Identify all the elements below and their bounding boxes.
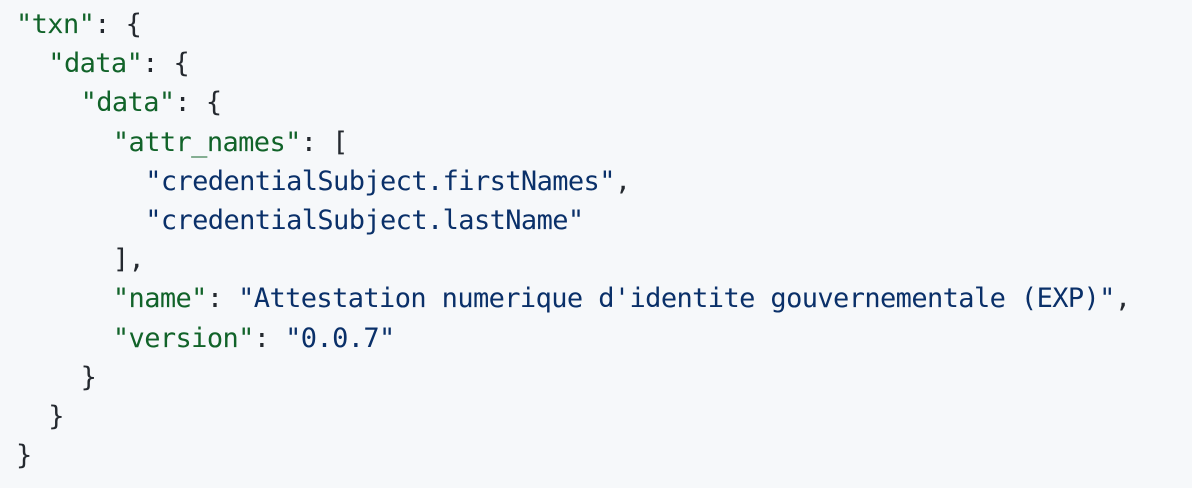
code-line-attr-last-name: "credentialSubject.lastName": [16, 201, 1192, 240]
json-key-txn: "txn": [16, 9, 95, 40]
code-line-inner-data: "data": {: [16, 83, 1192, 122]
json-open-brace: : {: [174, 87, 223, 119]
json-close-bracket: ],: [112, 244, 145, 276]
json-comma: ,: [1114, 283, 1131, 315]
json-key-version: "version": [112, 322, 255, 354]
code-line-close-bracket: ],: [16, 240, 1192, 279]
json-close-brace: }: [80, 361, 97, 393]
json-open-brace: : {: [94, 9, 142, 40]
json-close-brace: }: [16, 440, 32, 472]
json-comma: ,: [614, 165, 631, 197]
json-string-last-name: "credentialSubject.lastName": [145, 204, 584, 236]
code-line-close-inner-data: }: [16, 358, 1192, 397]
json-code-block: "txn": { "data": { "data": { "attr_names…: [0, 0, 1192, 488]
json-open-bracket: : [: [300, 126, 349, 158]
json-colon: :: [206, 283, 239, 315]
json-key-outer-data: "data": [48, 48, 143, 80]
code-line-name: "name": "Attestation numerique d'identit…: [16, 279, 1192, 318]
code-line-outer-data: "data": {: [16, 44, 1192, 83]
code-line-txn: "txn": {: [16, 5, 1192, 44]
json-key-inner-data: "data": [80, 87, 176, 119]
code-line-attr-first-names: "credentialSubject.firstNames",: [16, 162, 1192, 201]
code-line-close-outer-data: }: [16, 397, 1192, 436]
code-line-attr-names: "attr_names": [: [16, 123, 1192, 162]
json-string-name: "Attestation numerique d'identite gouver…: [238, 283, 1115, 315]
json-key-attr-names: "attr_names": [112, 126, 301, 158]
json-close-brace: }: [48, 400, 64, 432]
json-string-version: "0.0.7": [285, 322, 395, 354]
json-key-name: "name": [112, 283, 208, 315]
json-string-first-names: "credentialSubject.firstNames": [145, 165, 615, 197]
json-open-brace: : {: [142, 48, 190, 80]
json-colon: :: [253, 322, 286, 354]
code-line-close-txn: }: [16, 436, 1192, 475]
code-line-version: "version": "0.0.7": [16, 319, 1192, 358]
